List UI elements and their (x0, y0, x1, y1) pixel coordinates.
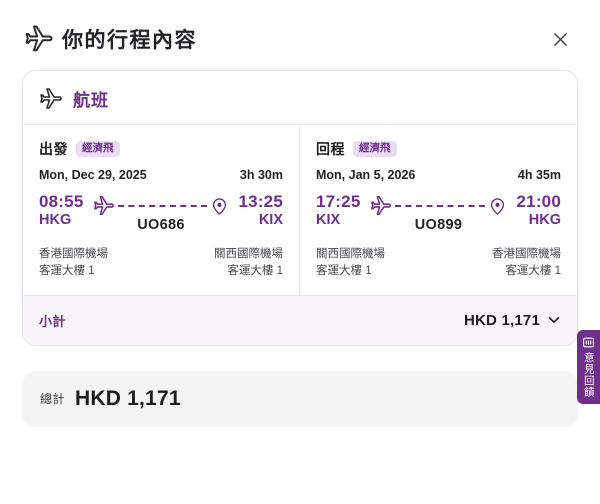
arrival-airport: 關西國際機場 客運大樓 1 (214, 248, 283, 278)
route-dashed-line (118, 205, 207, 207)
header: 你的行程內容 (0, 0, 600, 54)
flight-card-header: 航班 (23, 71, 577, 124)
arrival-time: 21:00 (516, 192, 561, 211)
route: 08:55 HKG UO686 13:25 KIX (39, 192, 283, 233)
airplane-icon (24, 24, 54, 54)
segment-outbound: 出發 經濟飛 Mon, Dec 29, 2025 3h 30m 08:55 HK… (23, 125, 300, 295)
card-title: 航班 (73, 91, 109, 110)
close-icon (553, 32, 568, 47)
feedback-tab-label: 意見回饋 (582, 352, 595, 398)
subtotal-amount: HKD 1,171 (463, 311, 540, 329)
location-pin-icon (210, 197, 229, 216)
segment-return: 回程 經濟飛 Mon, Jan 5, 2026 4h 35m 17:25 KIX (300, 125, 577, 295)
survey-icon (582, 336, 595, 349)
direction-label: 出發 (39, 141, 68, 157)
arrival-airport: 香港國際機場 客運大樓 1 (492, 248, 561, 278)
departure-time: 17:25 (316, 192, 361, 211)
subtotal-label: 小計 (39, 313, 67, 329)
flight-duration: 3h 30m (239, 168, 283, 182)
segments: 出發 經濟飛 Mon, Dec 29, 2025 3h 30m 08:55 HK… (23, 125, 577, 295)
airplane-icon (370, 195, 392, 217)
location-pin-icon (488, 197, 507, 216)
flight-card: 航班 出發 經濟飛 Mon, Dec 29, 2025 3h 30m 08:55… (22, 70, 578, 346)
direction-label: 回程 (316, 141, 345, 157)
departure-time: 08:55 (39, 192, 84, 211)
arrival-code: KIX (258, 212, 283, 229)
arrival-code: HKG (528, 212, 561, 229)
itinerary-panel: 你的行程內容 航班 出發 經濟飛 Mon, Dec 29, 2025 3h 30… (0, 0, 600, 504)
route: 17:25 KIX UO899 21:00 HKG (316, 192, 561, 233)
departure-code: KIX (316, 212, 341, 229)
total-label: 總計 (40, 392, 66, 406)
airplane-icon (93, 195, 115, 217)
flight-number: UO899 (414, 217, 463, 233)
flight-duration: 4h 35m (517, 168, 561, 182)
route-dashed-line (395, 205, 485, 207)
total-box: 總計 HKD 1,171 (22, 370, 578, 427)
departure-code: HKG (39, 212, 72, 229)
flight-date: Mon, Jan 5, 2026 (316, 168, 416, 182)
airplane-icon (39, 87, 63, 111)
flight-number: UO686 (137, 217, 185, 233)
flight-date: Mon, Dec 29, 2025 (39, 168, 147, 182)
subtotal-row[interactable]: 小計 HKD 1,171 (23, 294, 577, 345)
cabin-badge: 經濟飛 (76, 140, 120, 158)
close-button[interactable] (546, 25, 574, 53)
departure-airport: 關西國際機場 客運大樓 1 (316, 248, 385, 278)
page-title: 你的行程內容 (62, 29, 197, 52)
feedback-tab[interactable]: 意見回饋 (577, 330, 600, 404)
cabin-badge: 經濟飛 (353, 140, 397, 158)
total-amount: HKD 1,171 (75, 386, 181, 410)
departure-airport: 香港國際機場 客運大樓 1 (39, 248, 108, 278)
arrival-time: 13:25 (238, 192, 283, 211)
chevron-down-icon[interactable] (547, 313, 561, 327)
